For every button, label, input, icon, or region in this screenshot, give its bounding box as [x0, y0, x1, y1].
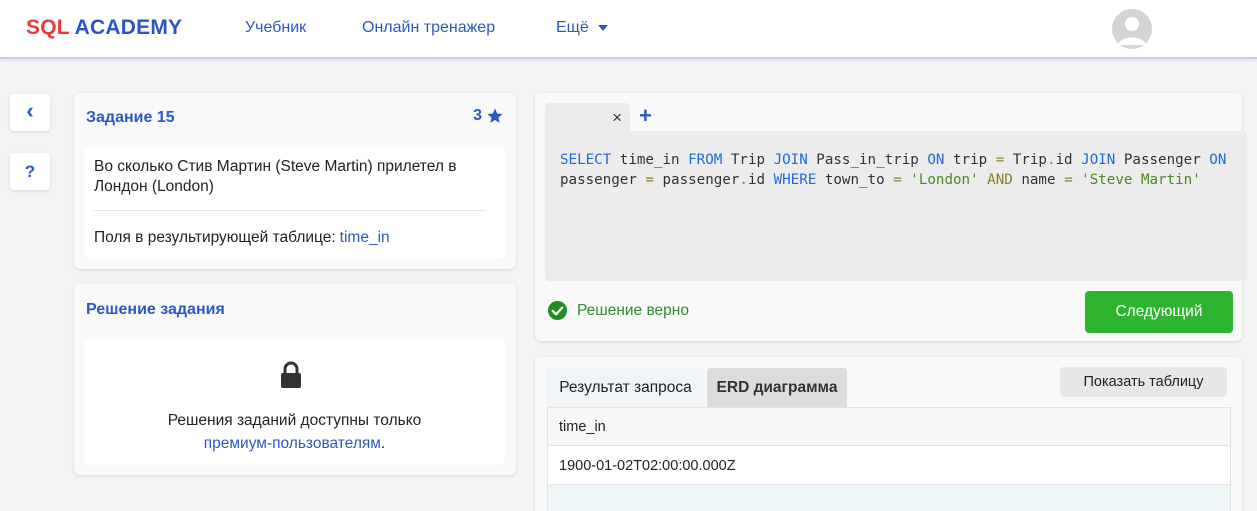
chevron-left-icon: ‹ — [26, 98, 34, 123]
tab-query-result[interactable]: Результат запроса — [546, 368, 705, 407]
result-fields: Поля в результирующей таблице: time_in — [94, 229, 390, 247]
code-token: trip — [952, 152, 988, 168]
result-fields-value: time_in — [339, 229, 390, 246]
close-icon[interactable]: × — [612, 108, 622, 128]
result-fields-label: Поля в результирующей таблице: — [94, 229, 336, 246]
solution-status: Решение верно — [547, 300, 689, 321]
divider — [94, 210, 486, 211]
premium-link[interactable]: премиум-пользователям — [204, 435, 381, 452]
period: . — [380, 435, 386, 452]
code-token: 'Steve Martin' — [1081, 171, 1201, 188]
nav-more-label: Ещё — [556, 19, 589, 36]
solution-title: Решение задания — [86, 301, 225, 318]
locked-message: Решения заданий доступны только — [167, 412, 422, 429]
code-token: WHERE — [773, 171, 817, 188]
code-token: Trip — [1012, 152, 1047, 168]
difficulty-value: 3 — [473, 107, 482, 124]
code-token: Pass_in_trip — [816, 152, 919, 168]
code-token: time_in — [619, 152, 680, 168]
code-token: passenger — [560, 171, 637, 188]
add-tab-button[interactable]: + — [639, 103, 652, 129]
next-button[interactable]: Следующий — [1085, 291, 1233, 333]
table-empty-area — [548, 485, 1230, 511]
code-token: = — [893, 171, 902, 188]
task-description-box: Во сколько Стив Мартин (Steve Martin) пр… — [84, 147, 505, 259]
logo[interactable]: SQL ACADEMY — [26, 16, 182, 40]
code-token: = — [645, 171, 654, 188]
locked-message-link-line: премиум-пользователям. — [84, 432, 505, 455]
code-token: 'London' — [910, 171, 979, 188]
task-description: Во сколько Стив Мартин (Steve Martin) пр… — [94, 158, 457, 195]
code-token: ON — [1209, 152, 1227, 168]
logo-sql: SQL — [26, 16, 70, 39]
table-header-cell: time_in — [548, 408, 1230, 446]
code-token: passenger — [662, 171, 740, 188]
task-card: Задание 15 3 Во сколько Стив Мартин (Ste… — [74, 93, 516, 269]
code-token: id — [1055, 152, 1073, 168]
code-token: ON — [927, 152, 945, 168]
query-tab[interactable]: × — [545, 103, 630, 133]
code-token: . — [739, 171, 748, 188]
code-token: = — [995, 152, 1005, 168]
code-token: id — [747, 171, 766, 188]
sql-code: SELECT time_in FROM Trip JOIN Pass_in_tr… — [560, 151, 1235, 190]
tab-erd-diagram[interactable]: ERD диаграмма — [707, 368, 847, 407]
difficulty-rating: 3 — [473, 107, 504, 125]
top-navbar: SQL ACADEMY Учебник Онлайн тренажер Ещё — [0, 0, 1257, 59]
code-token: = — [1064, 171, 1073, 188]
status-text: Решение верно — [577, 301, 689, 319]
question-icon: ? — [24, 161, 36, 181]
code-token: JOIN — [773, 152, 808, 168]
editor-card: × + SELECT time_in FROM Trip JOIN Pass_i… — [535, 93, 1247, 341]
code-token: FROM — [688, 152, 723, 168]
code-token: name — [1021, 171, 1056, 188]
result-table: time_in 1900-01-02T02:00:00.000Z — [547, 407, 1231, 511]
lock-icon — [281, 361, 301, 388]
code-token: SELECT — [560, 152, 612, 168]
nav-trainer[interactable]: Онлайн тренажер — [362, 19, 495, 37]
code-token: town_to — [824, 171, 885, 188]
logo-academy: ACADEMY — [74, 16, 183, 39]
task-title: Задание 15 — [86, 109, 175, 126]
nav-more-dropdown[interactable]: Ещё — [556, 19, 608, 37]
show-table-button[interactable]: Показать таблицу — [1060, 367, 1227, 397]
help-button[interactable]: ? — [10, 153, 50, 190]
caret-down-icon — [597, 24, 608, 31]
user-avatar-icon[interactable] — [1112, 9, 1152, 49]
code-token: Passenger — [1123, 152, 1201, 168]
collapse-panel-button[interactable]: ‹ — [10, 94, 50, 131]
check-circle-icon — [547, 300, 568, 321]
code-token: JOIN — [1081, 152, 1116, 168]
nav-tutorial[interactable]: Учебник — [245, 19, 306, 37]
sql-editor[interactable]: SELECT time_in FROM Trip JOIN Pass_in_tr… — [545, 131, 1247, 281]
solution-card: Решение задания Решения заданий доступны… — [74, 284, 516, 475]
solution-locked-box: Решения заданий доступны только премиум-… — [84, 339, 505, 465]
code-token: . — [1046, 152, 1056, 168]
star-icon — [487, 108, 503, 123]
code-token: AND — [987, 171, 1013, 188]
table-cell: 1900-01-02T02:00:00.000Z — [548, 446, 1230, 485]
code-token: Trip — [730, 152, 766, 168]
results-card: Результат запроса ERD диаграмма Показать… — [535, 357, 1242, 511]
